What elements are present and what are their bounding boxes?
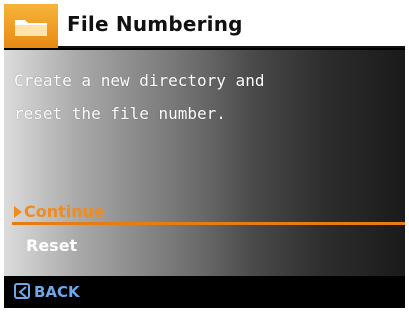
page-title: File Numbering: [67, 12, 243, 36]
selection-arrow-icon: [14, 206, 22, 218]
back-button[interactable]: BACK: [34, 283, 80, 301]
description-text: Create a new directory and reset the fil…: [14, 64, 264, 130]
description-line-2: reset the file number.: [14, 104, 226, 123]
description-line-1: Create a new directory and: [14, 71, 265, 90]
menu-item-reset[interactable]: Reset: [4, 232, 405, 260]
content-area: Create a new directory and reset the fil…: [4, 50, 405, 276]
chevron-left-icon[interactable]: [14, 283, 30, 299]
menu-item-label: Continue: [24, 202, 105, 221]
header-bar: File Numbering: [4, 4, 405, 48]
footer-bar: BACK: [4, 276, 405, 308]
menu-item-label: Reset: [26, 236, 78, 255]
selection-underline: [12, 222, 405, 225]
folder-icon: [4, 4, 58, 48]
camera-menu-screen: File Numbering Create a new directory an…: [4, 4, 405, 308]
